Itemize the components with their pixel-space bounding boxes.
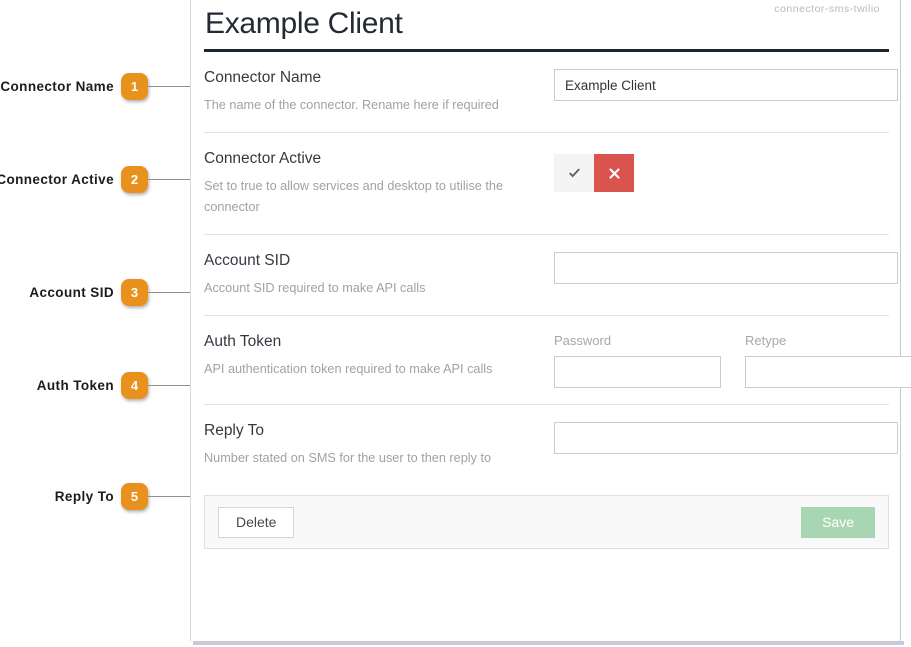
cross-icon[interactable] xyxy=(594,154,634,192)
callout-2: Connector Active 2 xyxy=(0,164,190,194)
page-header: connector-sms-twilio Example Client xyxy=(199,0,889,52)
form-row-connector-name-text: Connector Name The name of the connector… xyxy=(204,67,554,116)
form-row-connector-name: Connector Name The name of the connector… xyxy=(204,52,898,133)
form-action-bar: Delete Save xyxy=(204,495,889,549)
callout-3-label: Account SID xyxy=(29,284,114,300)
callout-5-leader-line xyxy=(148,495,190,497)
callout-5-label: Reply To xyxy=(54,488,114,504)
connector-active-label: Connector Active xyxy=(204,150,322,167)
save-button[interactable]: Save xyxy=(801,506,875,538)
form-row-reply-to-control xyxy=(554,420,898,454)
account-sid-label: Account SID xyxy=(204,252,291,269)
auth-token-password-input[interactable] xyxy=(554,356,721,388)
form-row-connector-active: Connector Active Set to true to allow se… xyxy=(204,133,889,235)
reply-to-input[interactable] xyxy=(554,422,898,454)
callout-1: Connector Name 1 xyxy=(0,71,190,101)
auth-token-fields: Password Retype xyxy=(554,333,911,388)
connector-name-label: Connector Name xyxy=(204,69,322,86)
callout-1-leader-line xyxy=(148,85,190,87)
callout-2-label: Connector Active xyxy=(0,171,114,187)
callout-4-badge: 4 xyxy=(121,371,148,399)
callout-3-badge: 3 xyxy=(121,278,148,306)
account-sid-input[interactable] xyxy=(554,252,898,284)
form-row-account-sid: Account SID Account SID required to make… xyxy=(204,235,898,316)
form-row-connector-active-control xyxy=(554,148,889,192)
callout-4-label: Auth Token xyxy=(36,377,114,393)
connector-identifier: connector-sms-twilio xyxy=(774,3,880,15)
check-icon[interactable] xyxy=(554,154,594,192)
callout-4: Auth Token 4 xyxy=(37,370,190,400)
auth-token-label: Auth Token xyxy=(204,333,282,350)
connector-name-input[interactable] xyxy=(554,69,898,101)
form-row-account-sid-text: Account SID Account SID required to make… xyxy=(204,250,554,299)
connector-active-description: Set to true to allow services and deskto… xyxy=(204,179,504,214)
panel-bottom-shadow xyxy=(193,641,904,645)
form-row-reply-to: Reply To Number stated on SMS for the us… xyxy=(204,405,898,485)
connector-name-description: The name of the connector. Rename here i… xyxy=(204,98,499,112)
connector-settings-panel: connector-sms-twilio Example Client Conn… xyxy=(190,0,911,641)
auth-token-password-label: Password xyxy=(554,333,612,348)
form-row-auth-token-control: Password Retype xyxy=(554,331,911,388)
form-row-account-sid-control xyxy=(554,250,898,284)
callout-2-badge: 2 xyxy=(121,165,148,193)
reply-to-label: Reply To xyxy=(204,422,265,439)
connector-active-toggle[interactable] xyxy=(554,154,634,192)
form-row-auth-token: Auth Token API authentication token requ… xyxy=(204,316,911,405)
callout-1-badge: 1 xyxy=(121,72,148,100)
auth-token-password-group: Password xyxy=(554,333,721,388)
form-row-connector-name-control xyxy=(554,67,898,101)
reply-to-description: Number stated on SMS for the user to the… xyxy=(204,451,492,465)
auth-token-retype-input[interactable] xyxy=(745,356,911,388)
form-row-auth-token-text: Auth Token API authentication token requ… xyxy=(204,331,554,380)
callout-4-leader-line xyxy=(148,384,190,386)
callout-5: Reply To 5 xyxy=(55,481,190,511)
form-row-connector-active-text: Connector Active Set to true to allow se… xyxy=(204,148,554,218)
auth-token-retype-label: Retype xyxy=(745,333,787,348)
auth-token-description: API authentication token required to mak… xyxy=(204,362,493,376)
callout-2-leader-line xyxy=(148,178,190,180)
auth-token-retype-group: Retype xyxy=(745,333,911,388)
form-row-reply-to-text: Reply To Number stated on SMS for the us… xyxy=(204,420,554,469)
callout-3: Account SID 3 xyxy=(29,277,190,307)
delete-button[interactable]: Delete xyxy=(218,506,295,538)
account-sid-description: Account SID required to make API calls xyxy=(204,281,426,295)
callout-5-badge: 5 xyxy=(121,482,148,510)
callout-3-leader-line xyxy=(148,291,190,293)
callout-1-label: Connector Name xyxy=(0,78,114,94)
annotation-layer: Connector Name 1 Connector Active 2 Acco… xyxy=(0,0,190,647)
